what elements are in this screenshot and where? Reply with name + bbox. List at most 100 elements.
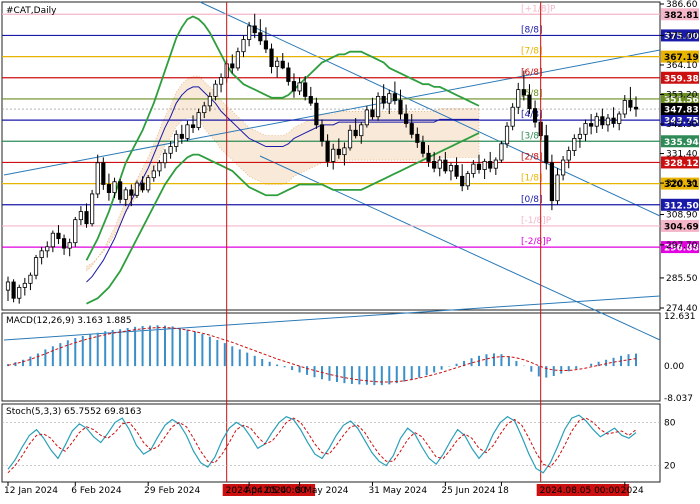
candle-body [162, 152, 168, 164]
time-tick-label: 18 [497, 486, 509, 496]
macd-tick-label: 12.631 [664, 312, 696, 322]
candle-body [179, 133, 184, 139]
candle-body [549, 162, 554, 202]
candle-body [5, 281, 11, 291]
candle-body [572, 137, 577, 151]
candle-body [297, 82, 302, 92]
candle-body [286, 67, 291, 82]
candle-body [392, 93, 397, 101]
murrey-label: [+1/8]P [521, 4, 556, 14]
candle-body [45, 246, 50, 252]
candle-body [196, 112, 201, 128]
candle-body [106, 184, 112, 193]
symbol-title: #CAT,Daily [6, 6, 57, 16]
candle-body [622, 100, 627, 115]
candle-body [252, 25, 257, 34]
price-tag-text: 335.94 [664, 138, 699, 148]
murrey-label: [-1/8]P [521, 216, 552, 226]
candle-body [73, 219, 78, 244]
candle-body [555, 174, 560, 202]
candle-body [280, 60, 285, 69]
candle-body [465, 173, 470, 187]
candle-body [493, 159, 498, 169]
time-tick-label: 6 Feb 2024 [71, 486, 122, 496]
candle-body [174, 133, 179, 147]
candle-body [331, 148, 336, 162]
candle-body [336, 148, 341, 156]
candle-body [190, 124, 196, 128]
candle-body [129, 189, 134, 196]
candle-body [404, 113, 409, 124]
price-tag-text: 328.12 [664, 159, 699, 169]
candle-body [375, 95, 381, 118]
candle-body [28, 274, 33, 284]
candle-body [303, 82, 308, 97]
candle-body [269, 48, 274, 67]
candle-body [544, 135, 549, 164]
candle-body [471, 163, 476, 175]
candle-body [151, 170, 156, 179]
candle-body [482, 161, 487, 170]
price-tick-label: 375.00 [666, 31, 698, 41]
candle-body [157, 162, 162, 172]
candle-body [577, 133, 583, 139]
candle-body [218, 77, 224, 85]
candle-body [275, 60, 280, 67]
murrey-label: [0/8] [521, 195, 543, 205]
time-marker-label: 2024.08.05 00:00 [540, 486, 621, 496]
candle-body [90, 193, 95, 225]
candle-body [39, 250, 44, 259]
candle-body [460, 175, 465, 187]
candle-body [398, 100, 403, 115]
price-tick-label: 386.60 [666, 0, 698, 10]
candle-body [437, 159, 442, 169]
candle-body [112, 181, 117, 193]
candle-body [600, 116, 605, 126]
candle-body [594, 116, 599, 127]
price-tick-label: 342.30 [666, 120, 698, 130]
candle-body [101, 162, 106, 185]
candle-body [628, 100, 633, 108]
stoch-tick-label: 20 [664, 462, 676, 472]
candle-body [207, 95, 212, 107]
current-price-tag-text: 347.83 [664, 106, 699, 116]
candle-body [510, 106, 515, 127]
candle-body [448, 165, 454, 172]
candle-body [17, 287, 22, 299]
candle-body [347, 129, 353, 149]
candle-body [432, 161, 437, 169]
candle-body [61, 238, 67, 249]
stoch-label: Stoch(5,3,3) 65.7552 69.8163 [6, 407, 141, 417]
macd-tick-label: 0.00 [664, 362, 684, 372]
price-tick-label: 308.90 [666, 211, 698, 221]
murrey-label: [-2/8]P [521, 237, 552, 247]
candle-body [78, 211, 83, 221]
candle-body [499, 143, 504, 161]
time-tick-label: 12 Jan 2024 [4, 486, 58, 496]
candle-body [213, 83, 218, 97]
candle-body [633, 106, 639, 110]
candle-body [235, 51, 240, 69]
candle-body [617, 113, 622, 124]
macd-label: MACD(12,26,9) 3.163 1.885 [6, 316, 132, 326]
candle-body [516, 89, 521, 108]
candle-body [185, 124, 190, 139]
murrey-label: [4/8] [521, 110, 543, 120]
time-tick-label: Apr 2024 [245, 486, 287, 496]
price-tick-label: 320.50 [666, 179, 698, 189]
candle-body [364, 109, 369, 126]
candle-body [118, 181, 123, 200]
candle-body [359, 124, 364, 137]
candle-body [33, 257, 39, 276]
candle-body [22, 282, 27, 288]
price-tick-label: 331.40 [666, 150, 698, 160]
candle-body [168, 146, 173, 154]
candle-body [583, 123, 588, 135]
candle-body [426, 152, 431, 162]
price-tag-text: 359.38 [664, 74, 699, 84]
candle-body [342, 147, 347, 156]
candle-body [532, 108, 538, 123]
candle-body [476, 163, 482, 170]
candle-body [314, 102, 319, 126]
candle-body [258, 32, 263, 42]
